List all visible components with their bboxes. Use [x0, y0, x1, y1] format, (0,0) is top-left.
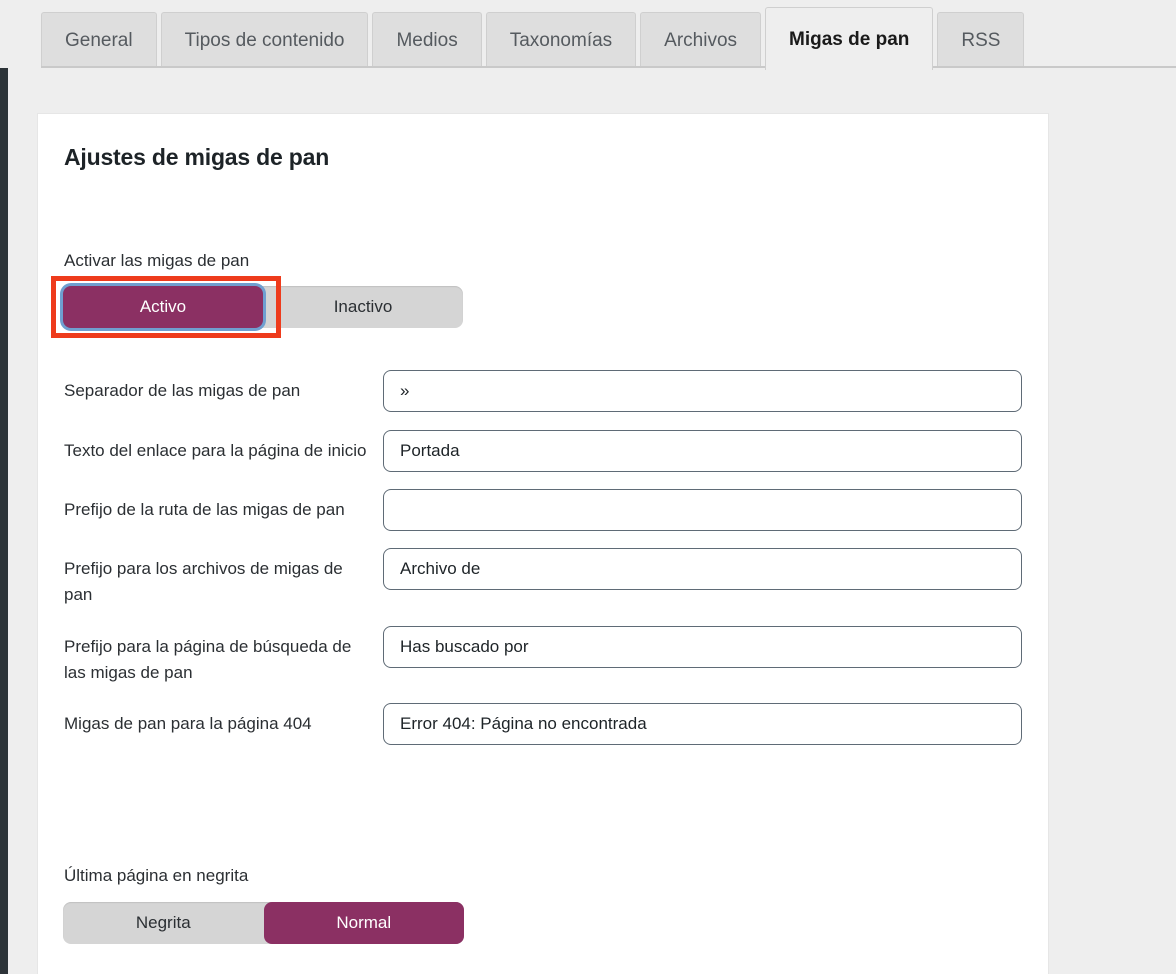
field-label: Separador de las migas de pan: [64, 381, 301, 400]
toggle-option-label: Negrita: [135, 913, 191, 932]
enable-breadcrumbs-label: Activar las migas de pan: [64, 251, 250, 270]
field-control: [383, 703, 1022, 746]
toggle-option-negrita[interactable]: Negrita: [63, 902, 264, 944]
field-row-texto-enlace-inicio: Texto del enlace para la página de inici…: [64, 430, 1022, 472]
tab-medios[interactable]: Medios: [372, 12, 482, 68]
home-link-text-input[interactable]: [383, 430, 1022, 472]
field-row-prefijo-archivos: Prefijo para los archivos de migas de pa…: [64, 548, 1022, 609]
tab-migas-de-pan[interactable]: Migas de pan: [765, 7, 934, 70]
field-label: Prefijo para los archivos de migas de pa…: [64, 559, 343, 605]
not-found-breadcrumb-input[interactable]: [383, 703, 1022, 746]
path-prefix-input[interactable]: [383, 489, 1022, 531]
tab-archivos[interactable]: Archivos: [640, 12, 762, 68]
field-row-prefijo-ruta: Prefijo de la ruta de las migas de pan: [64, 489, 1022, 531]
toggle-option-label: Activo: [139, 297, 187, 316]
tab-label: Tipos de contenido: [184, 29, 345, 51]
tab-label: Migas de pan: [789, 28, 910, 50]
field-label: Migas de pan para la página 404: [64, 714, 312, 734]
tab-general[interactable]: General: [41, 12, 157, 68]
tab-label: General: [65, 29, 133, 51]
tab-taxonomias[interactable]: Taxonomías: [485, 12, 637, 68]
field-control: [383, 625, 1022, 668]
field-label: Prefijo de la ruta de las migas de pan: [64, 500, 345, 519]
toggle-option-label: Inactivo: [333, 297, 393, 316]
field-row-404: Migas de pan para la página 404: [64, 703, 1022, 746]
toggle-option-inactivo[interactable]: Inactivo: [263, 286, 463, 328]
field-control: [383, 370, 1022, 412]
enable-breadcrumbs-toggle[interactable]: Activo Inactivo: [63, 286, 463, 328]
page-title: Ajustes de migas de pan: [64, 144, 330, 170]
toggle-option-normal[interactable]: Normal: [263, 902, 464, 944]
tab-list: General Tipos de contenido Medios Taxono…: [41, 7, 1028, 70]
settings-tab-bar: General Tipos de contenido Medios Taxono…: [0, 0, 1176, 70]
admin-sidebar-rail: [0, 0, 8, 974]
toggle-option-activo[interactable]: Activo: [63, 286, 263, 328]
bold-last-page-label: Última página en negrita: [64, 866, 249, 885]
breadcrumb-fields-form: Separador de las migas de pan Texto del …: [64, 370, 1022, 746]
bold-last-page-toggle[interactable]: Negrita Normal: [63, 902, 464, 944]
tab-label: Medios: [396, 29, 458, 51]
field-label: Prefijo para la página de búsqueda de la…: [64, 636, 352, 683]
tab-label: Archivos: [664, 29, 738, 51]
search-prefix-input[interactable]: [383, 625, 1022, 668]
tab-bar-divider: [41, 66, 1176, 68]
tab-rss[interactable]: RSS: [937, 12, 1025, 68]
field-label: Texto del enlace para la página de inici…: [64, 441, 367, 460]
field-control: [383, 489, 1022, 531]
breadcrumb-settings-card: Ajustes de migas de pan Activar las miga…: [38, 114, 1048, 974]
field-row-prefijo-busqueda: Prefijo para la página de búsqueda de la…: [64, 625, 1022, 687]
tab-label: Taxonomías: [509, 29, 613, 51]
archive-prefix-input[interactable]: [383, 548, 1022, 590]
field-control: [383, 430, 1022, 472]
toggle-option-label: Normal: [336, 913, 392, 932]
tab-label: RSS: [961, 29, 1001, 51]
field-control: [383, 548, 1022, 590]
separator-input[interactable]: [383, 370, 1022, 412]
field-row-separador: Separador de las migas de pan: [64, 370, 1022, 412]
tab-tipos-de-contenido[interactable]: Tipos de contenido: [160, 12, 369, 68]
